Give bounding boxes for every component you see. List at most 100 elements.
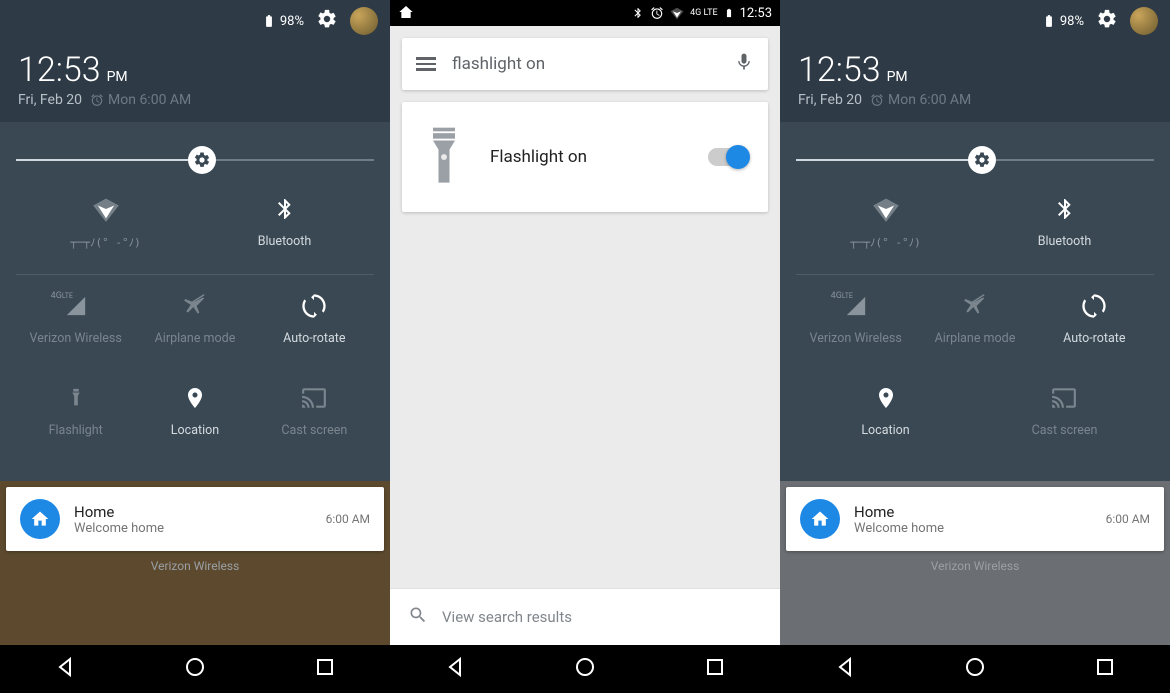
recent-button[interactable] — [1093, 655, 1117, 683]
wifi-tile[interactable]: ┬─┬ﾉ(° -°ﾉ) — [796, 192, 975, 270]
wifi-label: ┬─┬ﾉ(° -°ﾉ) — [70, 234, 141, 250]
airplane-label: Airplane mode — [155, 331, 236, 346]
search-bar[interactable]: flashlight on — [402, 38, 768, 90]
user-avatar[interactable] — [1130, 7, 1158, 35]
rotate-tile[interactable]: Auto-rotate — [255, 289, 374, 367]
home-icon — [800, 499, 840, 539]
home-button[interactable] — [963, 655, 987, 683]
location-label: Location — [171, 423, 219, 438]
flashlight-icon — [59, 381, 93, 415]
clock-ampm: PM — [887, 69, 908, 85]
cast-icon — [297, 381, 331, 415]
battery-status-icon — [724, 6, 734, 20]
airplane-icon — [958, 289, 992, 323]
brightness-slider[interactable] — [16, 140, 374, 180]
view-results-bar[interactable]: View search results — [390, 588, 780, 645]
flashlight-card: Flashlight on — [402, 102, 768, 212]
clock-date: Fri, Feb 20 — [798, 92, 862, 108]
home-button[interactable] — [183, 655, 207, 683]
cast-tile[interactable]: Cast screen — [1032, 381, 1098, 459]
cellular-icon: 4GLTE — [839, 289, 873, 323]
flashlight-tile[interactable]: Flashlight — [16, 381, 135, 459]
alarm-text: Mon 6:00 AM — [888, 92, 971, 108]
home-notification[interactable]: Home Welcome home 6:00 AM — [6, 487, 384, 551]
carrier-label: Verizon Wireless — [780, 559, 1170, 573]
airplane-tile[interactable]: Airplane mode — [135, 289, 254, 367]
cellular-tile[interactable]: 4GLTE Verizon Wireless — [16, 289, 135, 367]
location-icon — [869, 381, 903, 415]
airplane-icon — [178, 289, 212, 323]
rotate-label: Auto-rotate — [1063, 331, 1125, 346]
wifi-tile[interactable]: ┬─┬ﾉ(° -°ﾉ) — [16, 192, 195, 270]
bluetooth-label: Bluetooth — [258, 234, 312, 249]
flashlight-card-icon — [422, 122, 466, 192]
clock-block[interactable]: 12:53PM Fri, Feb 20 Mon 6:00 AM — [780, 42, 1170, 122]
nav-bar — [0, 645, 390, 693]
notif-title: Home — [854, 503, 1092, 521]
bluetooth-label: Bluetooth — [1038, 234, 1092, 249]
location-label: Location — [861, 423, 909, 438]
cast-label: Cast screen — [1032, 423, 1098, 438]
location-tile[interactable]: Location — [861, 381, 909, 459]
wifi-label: ┬─┬ﾉ(° -°ﾉ) — [850, 234, 921, 250]
wifi-icon — [89, 192, 123, 226]
home-bar-icon — [398, 4, 414, 23]
wifi-status-icon — [670, 6, 684, 20]
cellular-tile[interactable]: 4GLTE Verizon Wireless — [796, 289, 915, 367]
flashlight-toggle[interactable] — [708, 148, 748, 166]
clock-date: Fri, Feb 20 — [18, 92, 82, 108]
back-button[interactable] — [443, 655, 467, 683]
bluetooth-tile[interactable]: Bluetooth — [975, 192, 1154, 270]
bluetooth-status-icon — [632, 7, 644, 19]
cellular-label: Verizon Wireless — [30, 331, 122, 346]
nav-bar — [780, 645, 1170, 693]
autorotate-icon — [1077, 289, 1111, 323]
clock-ampm: PM — [107, 69, 128, 85]
notif-subtitle: Welcome home — [854, 521, 1092, 536]
back-button[interactable] — [833, 655, 857, 683]
notif-time: 6:00 AM — [1106, 512, 1150, 526]
nav-bar — [390, 645, 780, 693]
home-notification[interactable]: Home Welcome home 6:00 AM — [786, 487, 1164, 551]
home-button[interactable] — [573, 655, 597, 683]
home-icon — [20, 499, 60, 539]
status-bar: 4G LTE 12:53 — [390, 0, 780, 26]
bluetooth-tile[interactable]: Bluetooth — [195, 192, 374, 270]
alarm-status-icon — [650, 6, 664, 20]
flashlight-card-label: Flashlight on — [490, 147, 684, 167]
clock-time: 12:53 — [18, 50, 101, 90]
battery-indicator: 98% — [262, 12, 304, 30]
airplane-label: Airplane mode — [935, 331, 1016, 346]
network-label: 4G LTE — [690, 8, 718, 18]
settings-gear-icon[interactable] — [316, 8, 338, 34]
airplane-tile[interactable]: Airplane mode — [915, 289, 1034, 367]
bluetooth-icon — [1048, 192, 1082, 226]
location-icon — [178, 381, 212, 415]
back-button[interactable] — [53, 655, 77, 683]
flashlight-label: Flashlight — [49, 423, 103, 438]
settings-gear-icon[interactable] — [1096, 8, 1118, 34]
mic-icon[interactable] — [734, 52, 754, 76]
quick-settings-panel: 98% 12:53PM Fri, Feb 20 Mon 6:00 AM ┬─┬ﾉ… — [780, 0, 1170, 481]
cast-tile[interactable]: Cast screen — [255, 381, 374, 459]
screen-center: 4G LTE 12:53 flashlight on Flashlight on… — [390, 0, 780, 693]
rotate-tile[interactable]: Auto-rotate — [1035, 289, 1154, 367]
search-icon — [408, 605, 428, 629]
autorotate-icon — [297, 289, 331, 323]
clock-block[interactable]: 12:53PM Fri, Feb 20 Mon 6:00 AM — [0, 42, 390, 122]
brightness-slider[interactable] — [796, 140, 1154, 180]
status-time: 12:53 — [740, 6, 772, 21]
recent-button[interactable] — [703, 655, 727, 683]
search-query[interactable]: flashlight on — [452, 54, 718, 74]
cast-label: Cast screen — [281, 423, 347, 438]
status-row: 98% — [780, 0, 1170, 42]
carrier-label: Verizon Wireless — [0, 559, 390, 573]
quick-settings-panel: 98% 12:53PM Fri, Feb 20 Mon 6:00 AM ┬─┬ﾉ… — [0, 0, 390, 481]
user-avatar[interactable] — [350, 7, 378, 35]
battery-text: 98% — [1060, 14, 1084, 29]
menu-icon[interactable] — [416, 57, 436, 71]
screen-right: 98% 12:53PM Fri, Feb 20 Mon 6:00 AM ┬─┬ﾉ… — [780, 0, 1170, 693]
recent-button[interactable] — [313, 655, 337, 683]
wifi-icon — [869, 192, 903, 226]
location-tile[interactable]: Location — [135, 381, 254, 459]
